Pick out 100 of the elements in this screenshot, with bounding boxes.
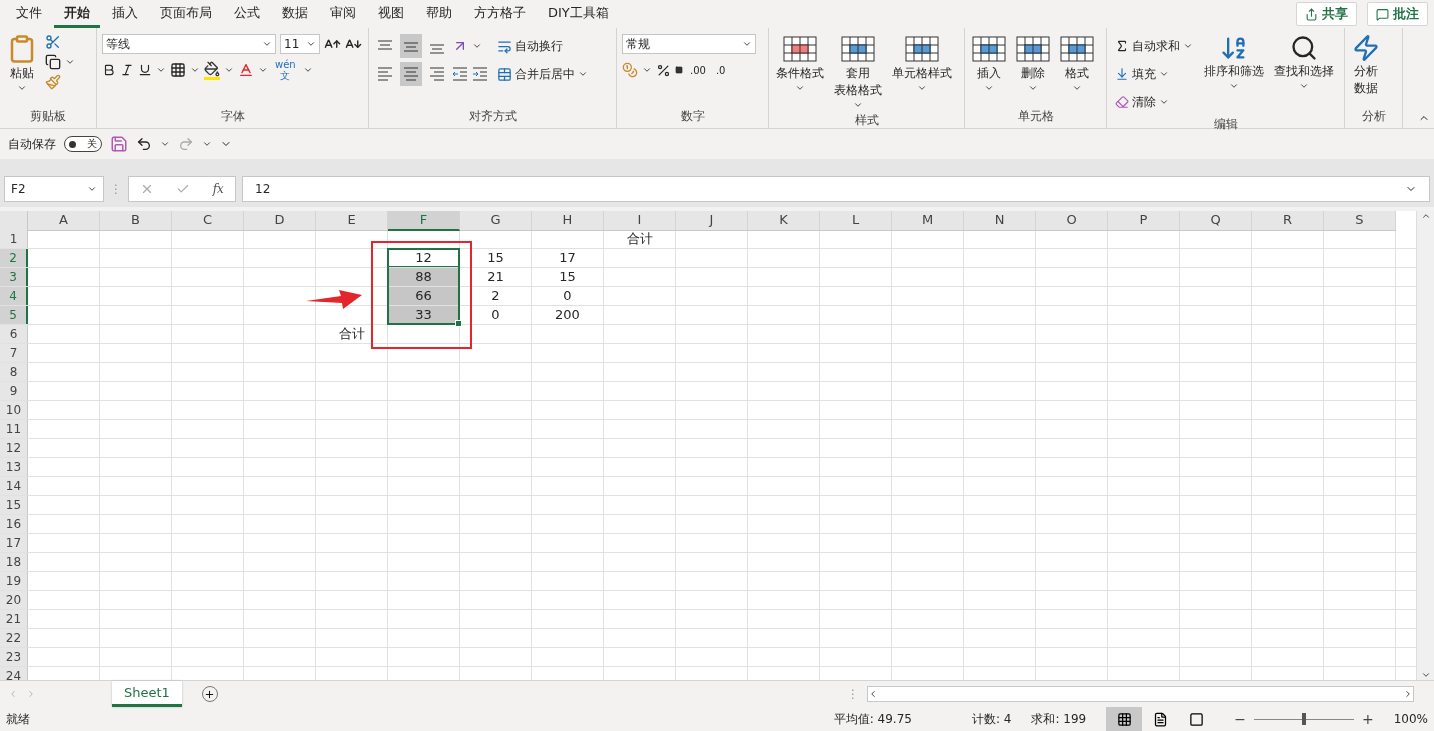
row-header[interactable]: 18 <box>0 553 28 571</box>
font-color-icon[interactable] <box>238 62 254 78</box>
caret-icon[interactable] <box>642 65 652 75</box>
zoom-out-button[interactable]: − <box>1234 711 1246 727</box>
scroll-down-icon[interactable] <box>1420 670 1431 680</box>
fill-button[interactable]: 填充 <box>1112 62 1196 86</box>
table-cell[interactable]: 200 <box>532 306 603 324</box>
column-header[interactable]: M <box>892 211 964 231</box>
row-header[interactable]: 19 <box>0 572 28 590</box>
row-header[interactable]: 12 <box>0 439 28 457</box>
indent-decrease-icon[interactable] <box>452 66 468 82</box>
column-header[interactable]: R <box>1252 211 1324 231</box>
comma-style-icon[interactable] <box>675 66 683 74</box>
row-header[interactable]: 21 <box>0 610 28 628</box>
row-header[interactable]: 9 <box>0 382 28 400</box>
font-size-select[interactable]: 11 <box>280 34 320 54</box>
column-header[interactable]: N <box>964 211 1036 231</box>
cells-button[interactable]: 插入 <box>970 34 1008 93</box>
caret-icon[interactable] <box>472 41 482 51</box>
column-header[interactable]: D <box>244 211 316 231</box>
column-header[interactable]: C <box>172 211 244 231</box>
column-header[interactable]: L <box>820 211 892 231</box>
number-format-select[interactable]: 常规 <box>622 34 756 54</box>
row-header[interactable]: 7 <box>0 344 28 362</box>
horizontal-align-button[interactable] <box>400 62 422 86</box>
insert-function-button[interactable]: fx <box>212 182 224 197</box>
row-header[interactable]: 11 <box>0 420 28 438</box>
row-header[interactable]: 15 <box>0 496 28 514</box>
menu-tab[interactable]: 数据 <box>272 0 318 28</box>
row-header[interactable]: 8 <box>0 363 28 381</box>
menu-tab[interactable]: 帮助 <box>416 0 462 28</box>
column-header[interactable]: F <box>388 211 460 231</box>
vertical-scrollbar[interactable] <box>1416 211 1434 680</box>
font-name-select[interactable]: 等线 <box>102 34 276 54</box>
style-button[interactable]: 套用 表格格式 <box>832 34 884 110</box>
merge-center-button[interactable]: 合并后居中 <box>494 62 591 86</box>
table-cell[interactable]: 21 <box>460 268 531 286</box>
menu-tab[interactable]: 开始 <box>54 0 100 28</box>
find-select-button[interactable]: 查找和选择 <box>1272 34 1336 91</box>
menu-tab[interactable]: 方方格子 <box>464 0 536 28</box>
cells-button[interactable]: 删除 <box>1014 34 1052 93</box>
share-button[interactable]: 共享 <box>1296 2 1357 26</box>
style-button[interactable]: 条件格式 <box>774 34 826 93</box>
view-button[interactable] <box>1106 707 1143 731</box>
table-cell[interactable]: 0 <box>532 287 603 305</box>
table-cell[interactable]: 17 <box>532 249 603 267</box>
column-header[interactable]: I <box>604 211 676 231</box>
table-cell[interactable]: 合计 <box>316 325 387 343</box>
column-header[interactable]: P <box>1108 211 1180 231</box>
save-icon[interactable] <box>110 135 128 154</box>
underline-icon[interactable] <box>138 63 152 77</box>
sort-filter-button[interactable]: 排序和筛选 <box>1202 34 1266 91</box>
column-header[interactable]: E <box>316 211 388 231</box>
bold-icon[interactable] <box>102 63 116 77</box>
italic-icon[interactable] <box>120 63 134 77</box>
caret-icon[interactable] <box>302 65 313 75</box>
coins-icon[interactable] <box>622 62 638 78</box>
table-cell[interactable]: 0 <box>460 306 531 324</box>
column-header[interactable]: K <box>748 211 820 231</box>
menu-tab[interactable]: 页面布局 <box>150 0 222 28</box>
scroll-up-icon[interactable] <box>1420 211 1431 221</box>
caret-icon[interactable] <box>258 65 268 75</box>
increase-decimal-button[interactable]: .00 <box>687 58 709 82</box>
table-cell[interactable]: 15 <box>460 249 531 267</box>
comment-button[interactable]: 批注 <box>1367 2 1428 26</box>
menu-tab[interactable]: 文件 <box>6 0 52 28</box>
paste-button[interactable]: 粘贴 <box>5 34 39 93</box>
table-cell[interactable]: 66 <box>388 287 459 305</box>
name-box[interactable]: F2 <box>4 176 104 203</box>
row-header[interactable]: 17 <box>0 534 28 552</box>
copy-icon[interactable] <box>45 54 61 70</box>
column-header[interactable]: A <box>28 211 100 231</box>
column-header[interactable]: B <box>100 211 172 231</box>
scroll-right-icon[interactable] <box>1403 689 1413 699</box>
cells-button[interactable]: 格式 <box>1058 34 1096 93</box>
horizontal-scrollbar[interactable] <box>867 686 1414 702</box>
formula-input[interactable]: 12 <box>242 176 1430 203</box>
table-cell[interactable]: 33 <box>388 306 459 324</box>
row-header[interactable]: 10 <box>0 401 28 419</box>
zoom-thumb[interactable] <box>1301 713 1306 725</box>
clear-button[interactable]: 清除 <box>1112 90 1196 114</box>
column-header[interactable]: H <box>532 211 604 231</box>
row-header[interactable]: 6 <box>0 325 28 343</box>
caret-icon[interactable] <box>156 65 166 75</box>
row-header[interactable]: 4 <box>0 287 28 305</box>
wrap-text-button[interactable]: 自动换行 <box>494 34 591 58</box>
phonetic-button[interactable]: wén 文 <box>272 58 299 82</box>
menu-tab[interactable]: 插入 <box>102 0 148 28</box>
table-cell[interactable]: 2 <box>460 287 531 305</box>
row-header[interactable]: 20 <box>0 591 28 609</box>
scroll-left-icon[interactable] <box>868 689 878 699</box>
caret-icon[interactable] <box>65 57 75 67</box>
row-header[interactable]: 23 <box>0 648 28 666</box>
autosum-button[interactable]: 自动求和 <box>1112 34 1196 58</box>
vertical-align-button[interactable] <box>400 34 422 58</box>
table-cell[interactable]: 88 <box>388 268 459 286</box>
menu-tab[interactable]: DIY工具箱 <box>538 0 619 28</box>
row-header[interactable]: 5 <box>0 306 28 324</box>
table-cell[interactable]: 合计 <box>604 230 675 248</box>
column-header[interactable]: J <box>676 211 748 231</box>
